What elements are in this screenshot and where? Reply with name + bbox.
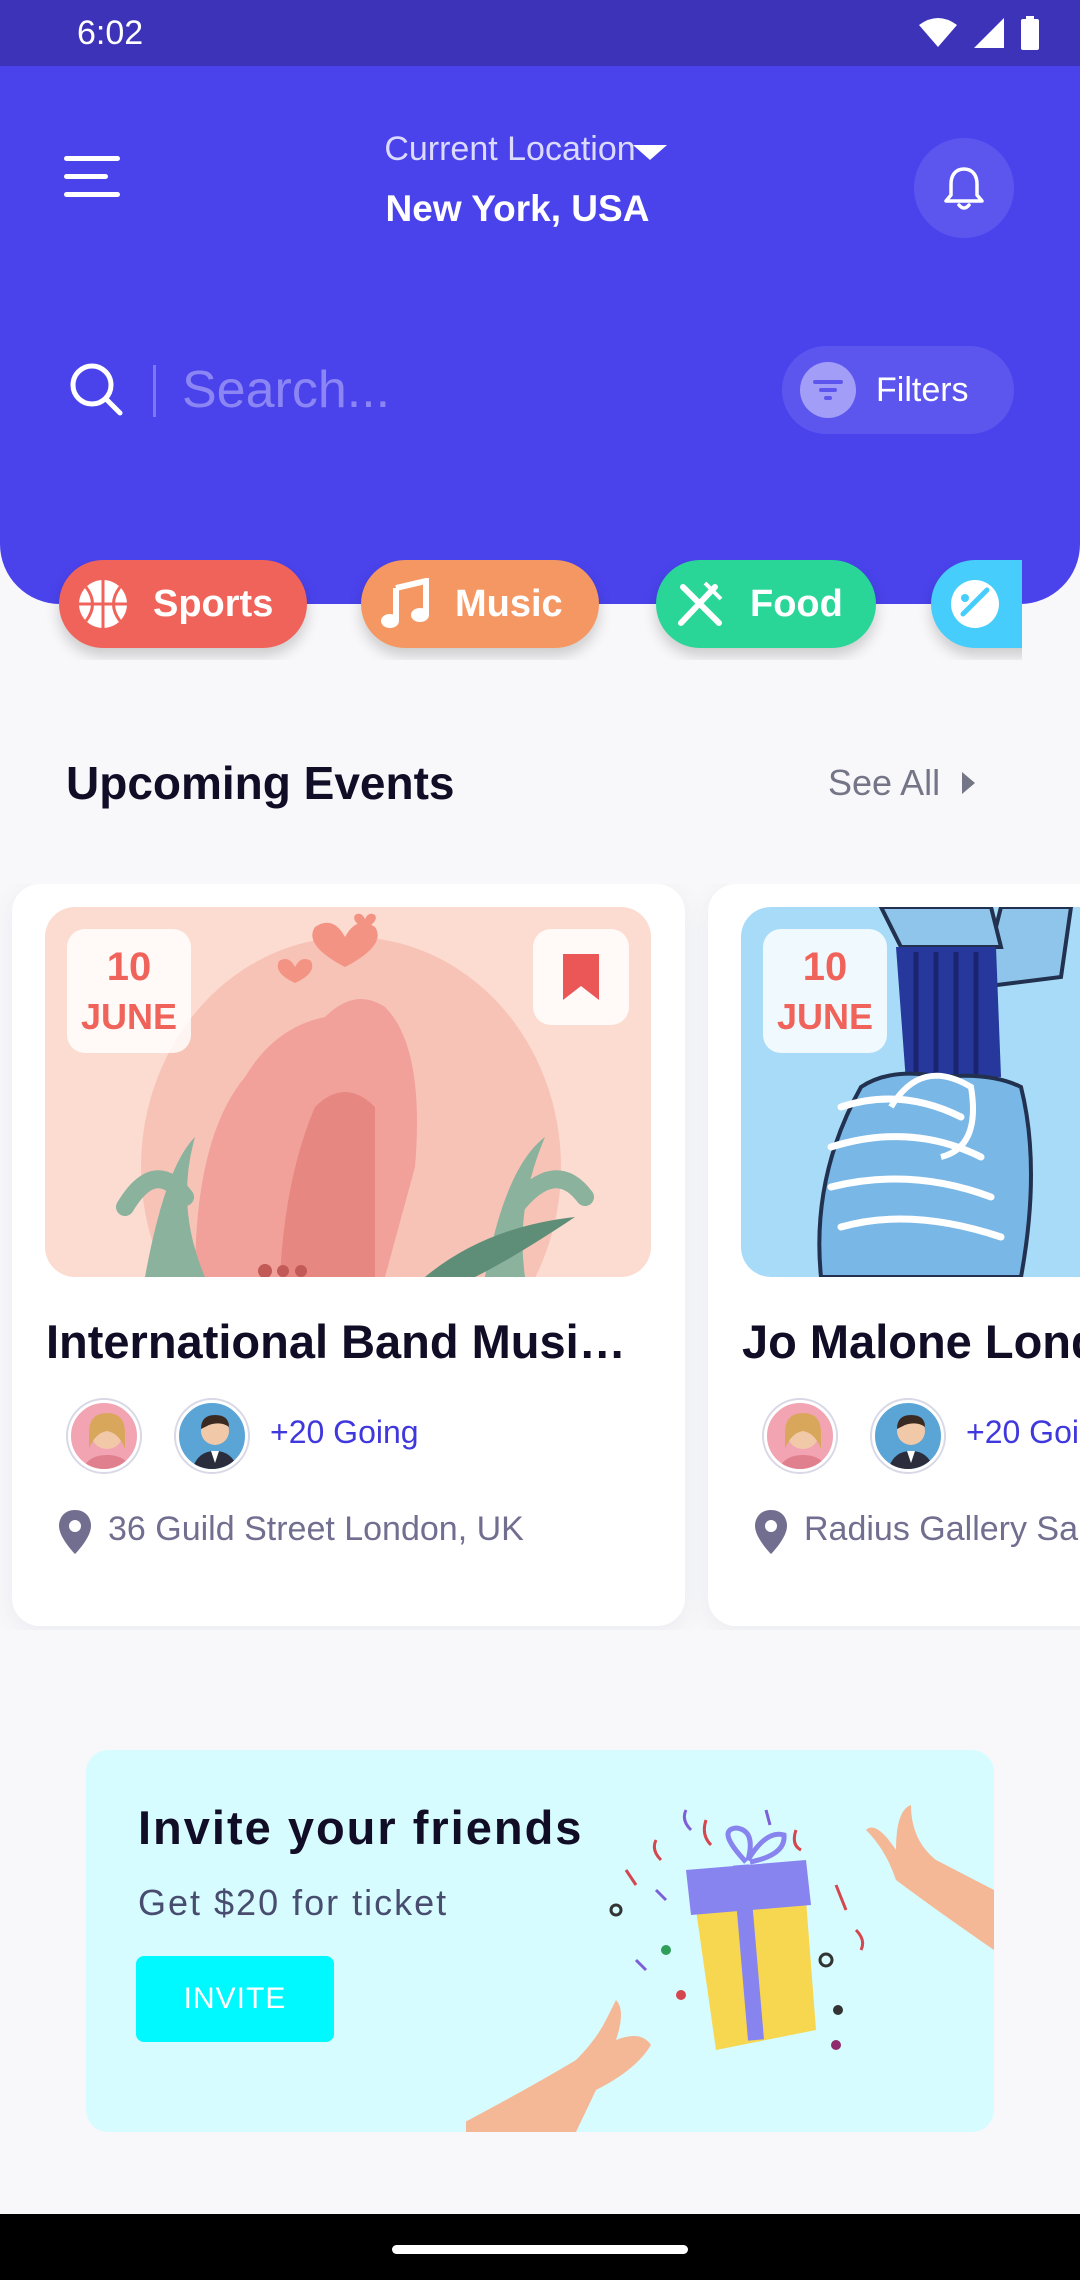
event-date-month: JUNE bbox=[776, 996, 874, 1037]
section-title-upcoming-events: Upcoming Events bbox=[66, 757, 455, 809]
invite-subtitle: Get $20 for ticket bbox=[138, 1882, 449, 1923]
event-date-month: JUNE bbox=[80, 996, 178, 1037]
event-carousel: 10 JUNE International Band Music Concert… bbox=[0, 884, 1080, 1630]
event-title: Jo Malone London's Mother's Day bbox=[742, 1315, 1080, 1368]
see-all-label: See All bbox=[828, 762, 941, 803]
location-pin-icon bbox=[755, 1510, 787, 1554]
category-chip-art[interactable] bbox=[931, 560, 1022, 648]
event-date-badge: 10 JUNE bbox=[67, 929, 191, 1053]
event-title: International Band Music Concert bbox=[46, 1315, 646, 1368]
attendee-avatar bbox=[176, 1400, 248, 1472]
event-date-badge: 10 JUNE bbox=[763, 929, 887, 1053]
search-divider bbox=[153, 365, 156, 417]
location-pin-icon bbox=[59, 1510, 91, 1554]
category-list: Sports Music Food bbox=[0, 560, 1022, 660]
music-note-icon bbox=[377, 576, 433, 632]
chevron-right-icon bbox=[962, 772, 976, 794]
attendee-count[interactable]: +20 Going bbox=[270, 1414, 419, 1451]
category-label: Music bbox=[455, 582, 563, 625]
filters-button[interactable]: Filters bbox=[782, 346, 1014, 434]
invite-banner: Invite your friends Get $20 for ticket I… bbox=[86, 1750, 994, 2132]
filter-icon bbox=[800, 362, 856, 418]
header: Current Location New York, USA Filters bbox=[0, 66, 1080, 604]
event-date-day: 10 bbox=[106, 945, 152, 989]
filters-label: Filters bbox=[876, 370, 969, 409]
search-icon bbox=[70, 363, 123, 416]
event-date-day: 10 bbox=[802, 945, 848, 989]
invite-button[interactable]: INVITE bbox=[136, 1956, 334, 2042]
category-chip-sports[interactable]: Sports bbox=[59, 560, 307, 648]
bookmark-icon bbox=[563, 954, 599, 1000]
category-chip-music[interactable]: Music bbox=[361, 560, 599, 648]
event-card[interactable]: 10 JUNE International Band Music Concert… bbox=[12, 884, 685, 1626]
attendee-avatar bbox=[764, 1400, 836, 1472]
wifi-icon bbox=[919, 18, 957, 47]
current-location-label[interactable]: Current Location bbox=[0, 130, 1080, 169]
event-image: 10 JUNE bbox=[741, 907, 1080, 1277]
status-time: 6:02 bbox=[77, 14, 144, 52]
system-nav-bar bbox=[0, 2214, 1080, 2280]
battery-icon bbox=[1021, 16, 1039, 50]
art-palette-icon bbox=[947, 576, 1003, 632]
category-label: Sports bbox=[153, 582, 274, 625]
attendee-count[interactable]: +20 Going bbox=[966, 1414, 1080, 1451]
event-image: 10 JUNE bbox=[45, 907, 651, 1277]
attendee-avatar bbox=[68, 1400, 140, 1472]
home-gesture-handle[interactable] bbox=[392, 2245, 688, 2254]
location-dropdown-icon[interactable] bbox=[633, 145, 667, 160]
search-input[interactable] bbox=[182, 358, 742, 422]
see-all-link[interactable]: See All bbox=[828, 762, 976, 804]
event-address: 36 Guild Street London, UK bbox=[108, 1510, 524, 1548]
status-bar: 6:02 bbox=[0, 0, 1080, 66]
attendee-avatar bbox=[872, 1400, 944, 1472]
bell-icon bbox=[944, 167, 984, 210]
category-chip-food[interactable]: Food bbox=[656, 560, 876, 648]
status-icons bbox=[918, 16, 1040, 50]
event-card[interactable]: 10 JUNE Jo Malone London's Mother's Day … bbox=[708, 884, 1080, 1626]
fork-knife-icon bbox=[672, 576, 728, 632]
gift-illustration bbox=[466, 1805, 994, 2132]
current-location-value[interactable]: New York, USA bbox=[0, 188, 1035, 230]
notification-button[interactable] bbox=[914, 138, 1014, 238]
event-address: Radius Gallery Santa Cruz, CA bbox=[804, 1510, 1080, 1548]
signal-icon bbox=[974, 18, 1004, 48]
bookmark-button[interactable] bbox=[533, 929, 629, 1025]
category-label: Food bbox=[750, 582, 843, 625]
basketball-icon bbox=[75, 576, 131, 632]
